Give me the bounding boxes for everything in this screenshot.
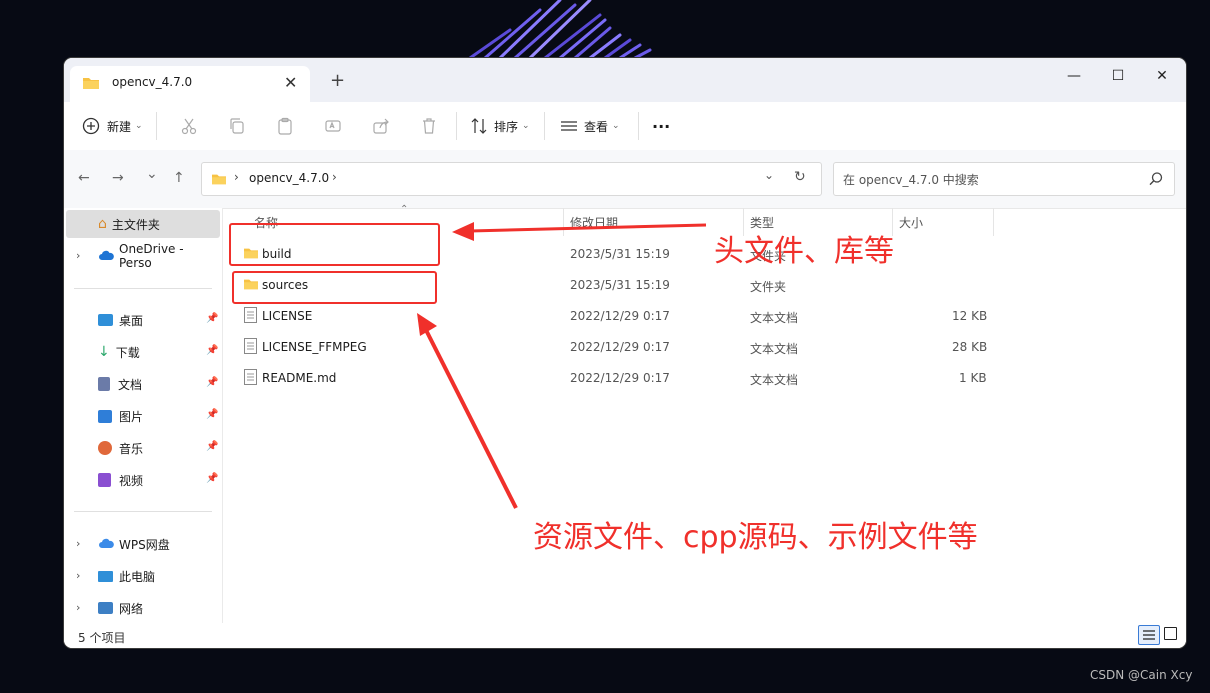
annotation-top: 头文件、库等 — [714, 234, 894, 269]
watermark: CSDN @Cain Xcy — [1090, 668, 1193, 682]
annotation-arrows — [417, 222, 707, 509]
annotation-bottom: 资源文件、cpp源码、示例文件等 — [533, 520, 978, 555]
